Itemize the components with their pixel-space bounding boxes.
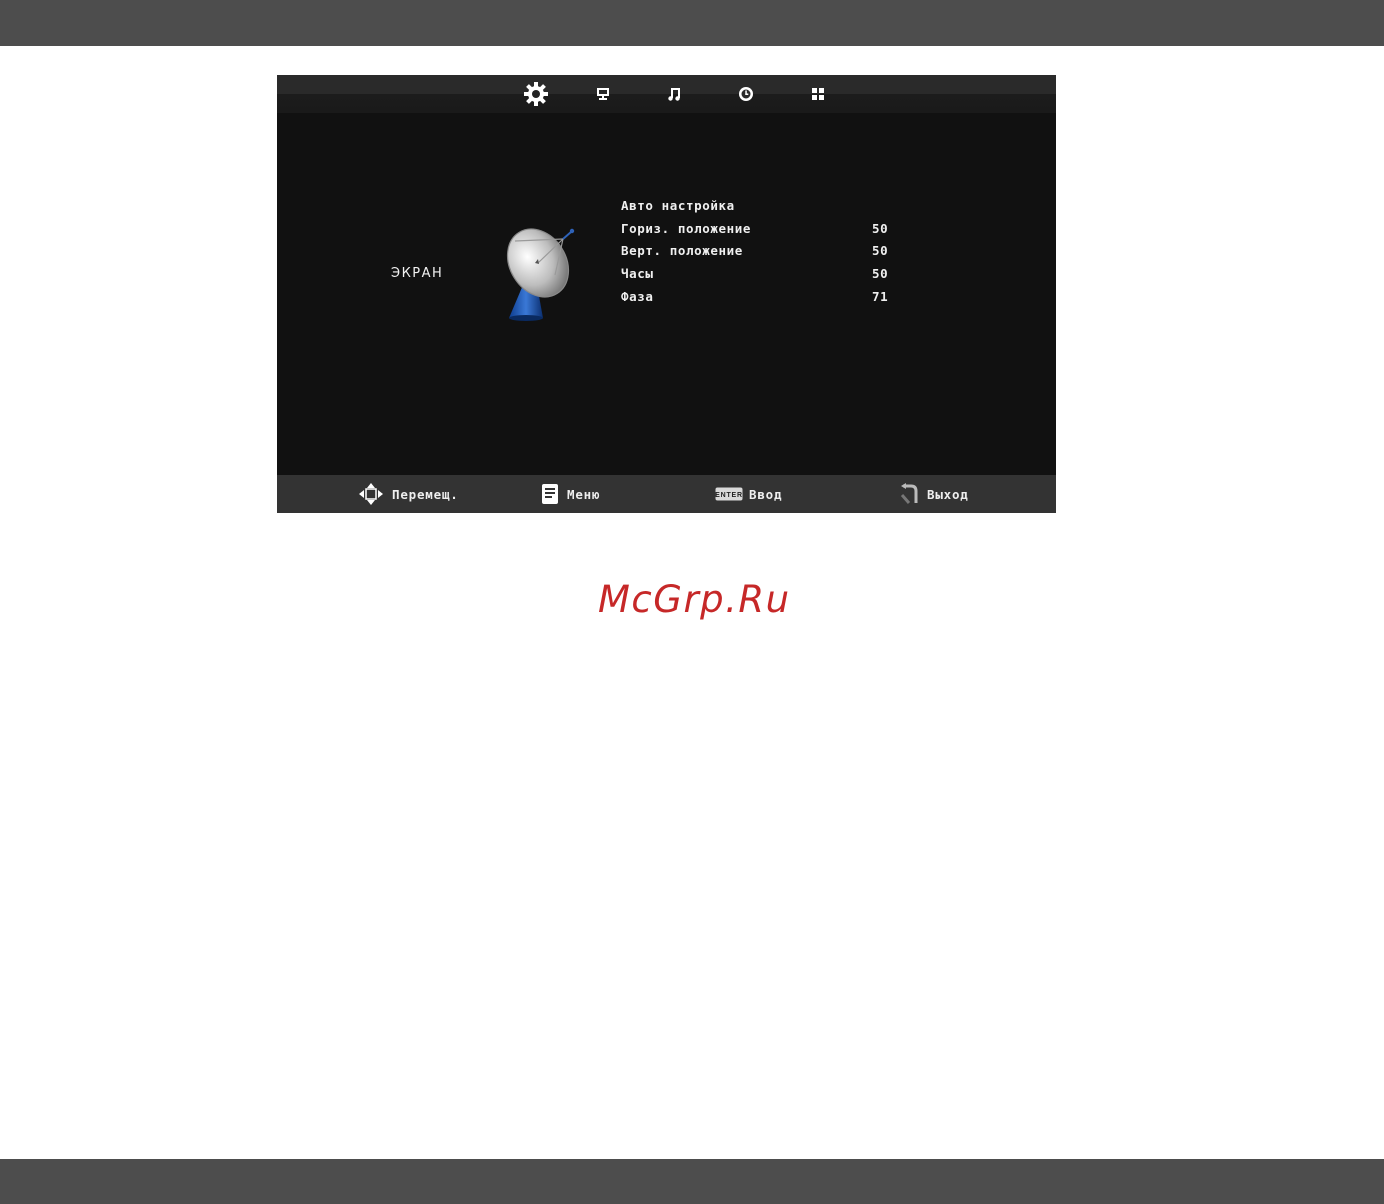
tab-time[interactable]	[736, 79, 756, 109]
menu-item-phase[interactable]: Фаза 71	[621, 289, 901, 309]
menu-item-clock[interactable]: Часы 50	[621, 266, 901, 286]
osd-help-bar: Перемещ. Меню ENTER Ввод Выход	[277, 475, 1056, 513]
page-footer-bar	[0, 1159, 1384, 1204]
help-move-label: Перемещ.	[392, 486, 459, 502]
menu-item-h-position[interactable]: Гориз. положение 50	[621, 221, 901, 241]
osd-tab-bar	[277, 75, 1056, 113]
menu-item-value: 50	[872, 243, 889, 258]
menu-item-label: Фаза	[621, 289, 654, 304]
menu-item-label: Верт. положение	[621, 243, 743, 258]
tab-picture[interactable]	[593, 79, 613, 109]
tv-osd-screen: ЭКРАН Авто настройка Гориз. положение 50…	[277, 75, 1056, 513]
help-enter-label: Ввод	[749, 486, 783, 502]
music-note-icon	[668, 88, 680, 101]
enter-key-text: ENTER	[715, 492, 743, 499]
help-move: Перемещ.	[358, 475, 459, 513]
tab-setup[interactable]	[521, 79, 551, 109]
help-exit-label: Выход	[927, 486, 969, 502]
satellite-dish-icon	[506, 228, 575, 321]
exit-return-icon	[900, 483, 918, 504]
help-menu: Меню	[541, 475, 600, 513]
arrows-icon	[359, 483, 383, 505]
gear-icon	[524, 82, 548, 106]
section-title: ЭКРАН	[391, 266, 444, 281]
enter-key-icon: ENTER	[715, 487, 743, 501]
watermark-text: McGrp.Ru	[598, 578, 791, 621]
page-header-bar	[0, 0, 1384, 46]
grid-icon	[812, 88, 824, 100]
clock-icon	[739, 87, 753, 101]
menu-item-auto-adjust[interactable]: Авто настройка	[621, 198, 901, 218]
help-exit: Выход	[899, 475, 969, 513]
menu-item-label: Гориз. положение	[621, 221, 752, 236]
tab-sound[interactable]	[664, 79, 684, 109]
menu-item-label: Авто настройка	[621, 198, 735, 213]
menu-item-value: 71	[872, 289, 889, 304]
help-enter: ENTER Ввод	[715, 475, 782, 513]
tab-options[interactable]	[808, 79, 828, 109]
help-menu-label: Меню	[567, 486, 601, 502]
menu-item-value: 50	[872, 221, 889, 236]
monitor-icon	[597, 88, 609, 100]
menu-item-label: Часы	[621, 266, 654, 281]
menu-document-icon	[542, 484, 558, 504]
menu-item-v-position[interactable]: Верт. положение 50	[621, 243, 901, 263]
menu-item-value: 50	[872, 266, 889, 281]
